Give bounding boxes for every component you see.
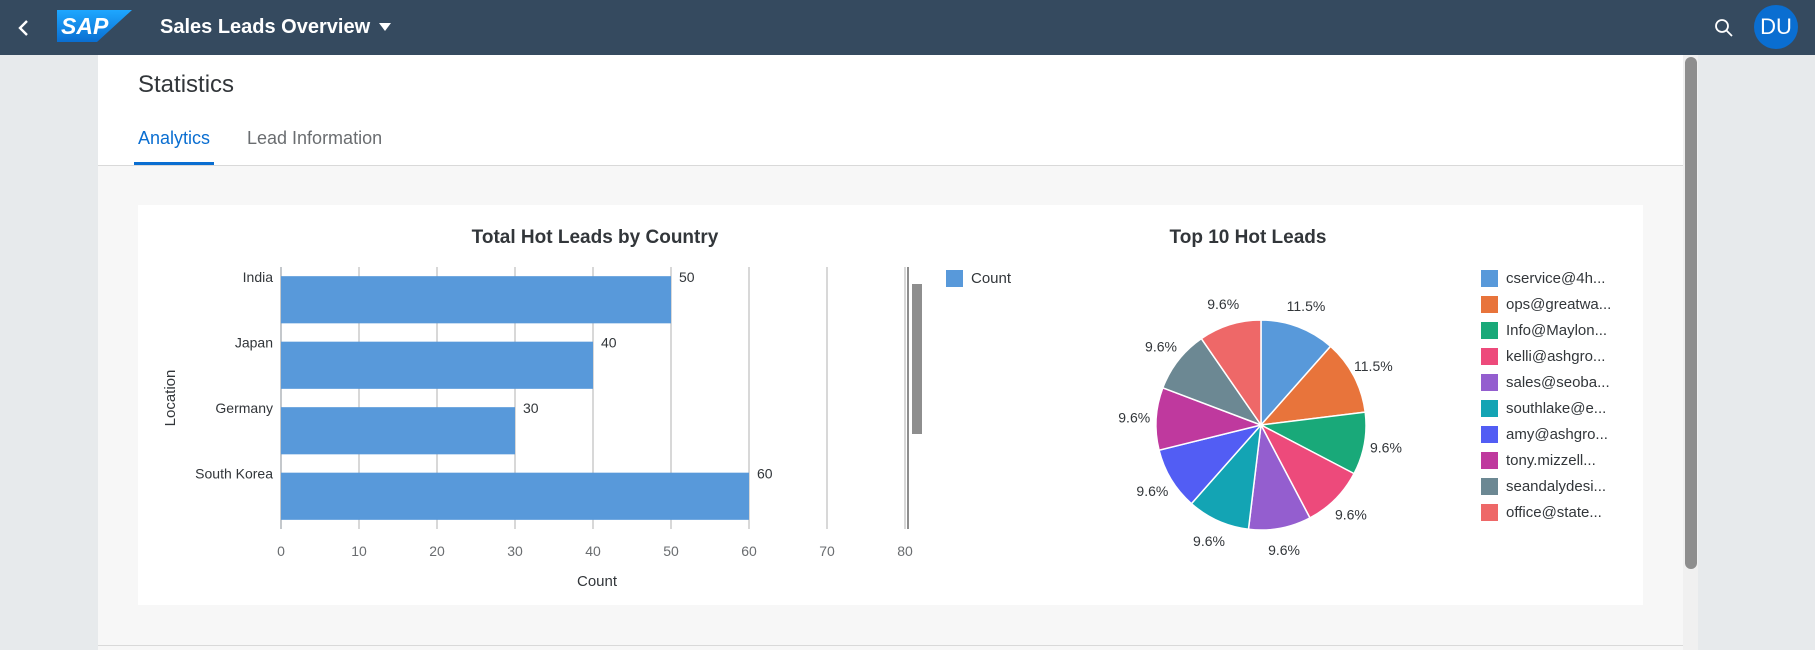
x-tick-label: 20 <box>429 543 445 559</box>
category-label: Japan <box>235 334 273 350</box>
legend-item[interactable]: amy@ashgro... <box>1481 426 1608 443</box>
legend-swatch <box>1481 478 1498 495</box>
category-label: South Korea <box>195 465 273 481</box>
x-tick-label: 80 <box>897 543 913 559</box>
bar[interactable] <box>281 341 593 389</box>
pie-data-label: 9.6% <box>1193 533 1225 549</box>
legend-label: Count <box>971 270 1012 287</box>
data-label: 50 <box>679 269 695 285</box>
tab-label: Lead Information <box>247 128 383 148</box>
legend-swatch <box>946 270 963 287</box>
x-tick-label: 60 <box>741 543 757 559</box>
x-tick-label: 10 <box>351 543 367 559</box>
data-label: 40 <box>601 334 617 350</box>
legend-item[interactable]: Info@Maylon... <box>1481 322 1607 339</box>
bar-chart-x-axis-label: Count <box>577 573 618 590</box>
legend-item[interactable]: sales@seoba... <box>1481 374 1610 391</box>
legend-label: kelli@ashgro... <box>1506 348 1606 365</box>
legend-label: Info@Maylon... <box>1506 322 1608 339</box>
legend-label: ops@greatwa... <box>1506 296 1612 313</box>
shell-bar: SAP Sales Leads Overview DU <box>0 0 1815 55</box>
search-button[interactable] <box>1708 12 1740 44</box>
legend-swatch <box>1481 348 1498 365</box>
pie-data-label: 9.6% <box>1370 440 1402 456</box>
x-tick-label: 70 <box>819 543 835 559</box>
bar[interactable] <box>281 407 515 455</box>
pie-chart: Top 10 Hot Leads 11.5% 11.5% 9.6% 9.6% 9.6% 9… <box>1118 227 1402 558</box>
category-label: Germany <box>215 400 273 416</box>
pie-data-label: 9.6% <box>1207 296 1239 312</box>
bar[interactable] <box>281 472 749 520</box>
section-divider <box>98 645 1683 646</box>
pie-data-label: 9.6% <box>1118 409 1150 425</box>
legend-label: southlake@e... <box>1506 400 1607 417</box>
charts-card: Total Hot Leads by Country Location Coun… <box>138 205 1643 605</box>
x-tick-label: 50 <box>663 543 679 559</box>
legend-item[interactable]: seandalydesi... <box>1481 478 1606 495</box>
tab-label: Analytics <box>138 128 211 148</box>
object-page: Statistics Analytics Lead Information To… <box>98 55 1698 650</box>
category-label: India <box>243 269 274 285</box>
legend-label: tony.mizzell... <box>1506 452 1596 469</box>
pie-data-label: 9.6% <box>1136 483 1168 499</box>
pie-chart-title: Top 10 Hot Leads <box>1170 227 1327 248</box>
bar[interactable] <box>281 276 671 324</box>
legend-label: seandalydesi... <box>1506 478 1607 495</box>
caret-down-icon <box>379 23 392 31</box>
user-avatar[interactable]: DU <box>1754 5 1798 49</box>
sap-logo[interactable]: SAP <box>57 10 132 42</box>
x-tick-label: 40 <box>585 543 601 559</box>
tab-lead-information[interactable]: Lead Information <box>243 128 386 165</box>
legend-item[interactable]: cservice@4h... <box>1481 270 1605 287</box>
logo-text: SAP <box>61 13 109 39</box>
pie-data-label: 11.5% <box>1287 298 1326 314</box>
legend-label: sales@seoba... <box>1506 374 1610 391</box>
legend-swatch <box>1481 426 1498 443</box>
legend-label: office@state... <box>1506 504 1602 521</box>
app-title: Sales Leads Overview <box>160 15 371 38</box>
pie-data-label: 9.6% <box>1335 507 1367 523</box>
chart-scroll-track <box>907 267 909 529</box>
legend-item[interactable]: southlake@e... <box>1481 400 1606 417</box>
search-icon <box>1715 19 1733 37</box>
legend-item[interactable]: office@state... <box>1481 504 1602 521</box>
legend-item[interactable]: ops@greatwa... <box>1481 296 1611 313</box>
back-button[interactable] <box>8 12 40 44</box>
chart-scroll-indicator[interactable] <box>912 284 922 434</box>
x-tick-label: 30 <box>507 543 523 559</box>
legend-label: amy@ashgro... <box>1506 426 1608 443</box>
bar-chart-y-axis-label: Location <box>162 370 179 427</box>
page-header: Statistics Analytics Lead Information <box>98 55 1683 166</box>
legend-item[interactable]: tony.mizzell... <box>1481 452 1596 469</box>
bar-chart-title: Total Hot Leads by Country <box>472 227 719 248</box>
legend-item-count[interactable]: Count <box>946 270 1011 287</box>
x-tick-label: 0 <box>277 543 285 559</box>
legend-label: cservice@4h... <box>1506 270 1606 287</box>
legend-swatch <box>1481 296 1498 313</box>
legend-swatch <box>1481 400 1498 417</box>
pie-data-label: 9.6% <box>1268 542 1300 558</box>
legend-swatch <box>1481 270 1498 287</box>
legend-swatch <box>1481 374 1498 391</box>
legend-swatch <box>1481 504 1498 521</box>
page-title: Statistics <box>138 71 235 98</box>
page-scrollbar[interactable] <box>1685 57 1697 569</box>
legend-swatch <box>1481 452 1498 469</box>
app-title-menu[interactable]: Sales Leads Overview <box>160 15 392 39</box>
data-label: 60 <box>757 465 773 481</box>
pie-data-label: 9.6% <box>1145 339 1177 355</box>
tab-analytics[interactable]: Analytics <box>134 128 215 165</box>
avatar-initials: DU <box>1760 14 1792 39</box>
pie-data-label: 11.5% <box>1354 358 1393 374</box>
bar-chart: Total Hot Leads by Country Location Coun… <box>162 227 922 590</box>
chevron-left-icon <box>18 20 28 36</box>
legend-item[interactable]: kelli@ashgro... <box>1481 348 1605 365</box>
legend-swatch <box>1481 322 1498 339</box>
data-label: 30 <box>523 400 539 416</box>
